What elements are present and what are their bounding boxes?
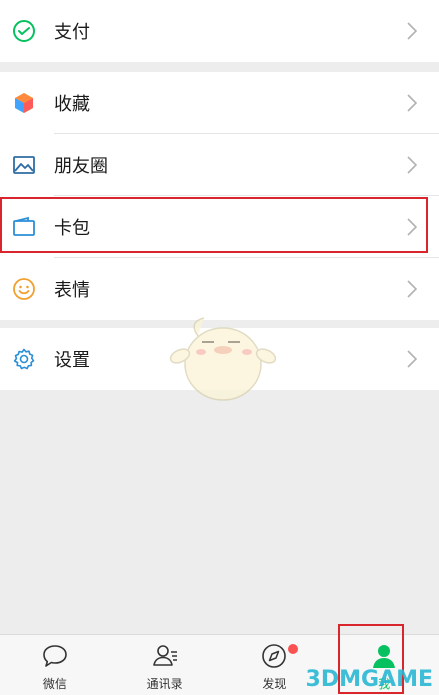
chevron-right-icon bbox=[407, 156, 417, 174]
discover-icon bbox=[262, 644, 287, 668]
menu-item-label: 收藏 bbox=[54, 94, 90, 115]
menu-group-payment: 支付 bbox=[0, 0, 439, 62]
moments-icon bbox=[13, 156, 35, 174]
chevron-right-icon bbox=[407, 22, 417, 40]
settings-icon bbox=[13, 348, 35, 370]
chat-icon bbox=[43, 645, 67, 667]
menu-item-label: 朋友圈 bbox=[54, 156, 108, 177]
menu-item-favorites[interactable]: 收藏 bbox=[0, 72, 439, 134]
chevron-right-icon bbox=[407, 94, 417, 112]
menu-item-label: 支付 bbox=[54, 22, 90, 43]
tab-label: 通讯录 bbox=[146, 677, 183, 691]
chevron-right-icon bbox=[407, 280, 417, 298]
favorites-icon bbox=[15, 93, 33, 113]
chevron-right-icon bbox=[407, 350, 417, 368]
menu-item-label: 表情 bbox=[54, 280, 90, 301]
tab-contacts[interactable]: 通讯录 bbox=[110, 635, 220, 695]
menu-item-label: 设置 bbox=[54, 350, 90, 371]
notification-badge bbox=[287, 644, 298, 654]
tab-chats[interactable]: 微信 bbox=[0, 635, 110, 695]
tab-label: 微信 bbox=[42, 677, 67, 691]
menu-item-moments[interactable]: 朋友圈 bbox=[0, 134, 439, 196]
menu-item-payment[interactable]: 支付 bbox=[0, 0, 439, 62]
menu-group-main: 收藏 朋友圈 卡包 表情 bbox=[0, 72, 439, 320]
watermark-logo: 3DMGAME bbox=[305, 667, 433, 692]
sticker-icon bbox=[13, 278, 35, 300]
payment-icon bbox=[13, 20, 35, 42]
highlight-box bbox=[0, 197, 428, 253]
contacts-icon bbox=[152, 645, 177, 666]
mascot-watermark-icon bbox=[169, 317, 277, 401]
